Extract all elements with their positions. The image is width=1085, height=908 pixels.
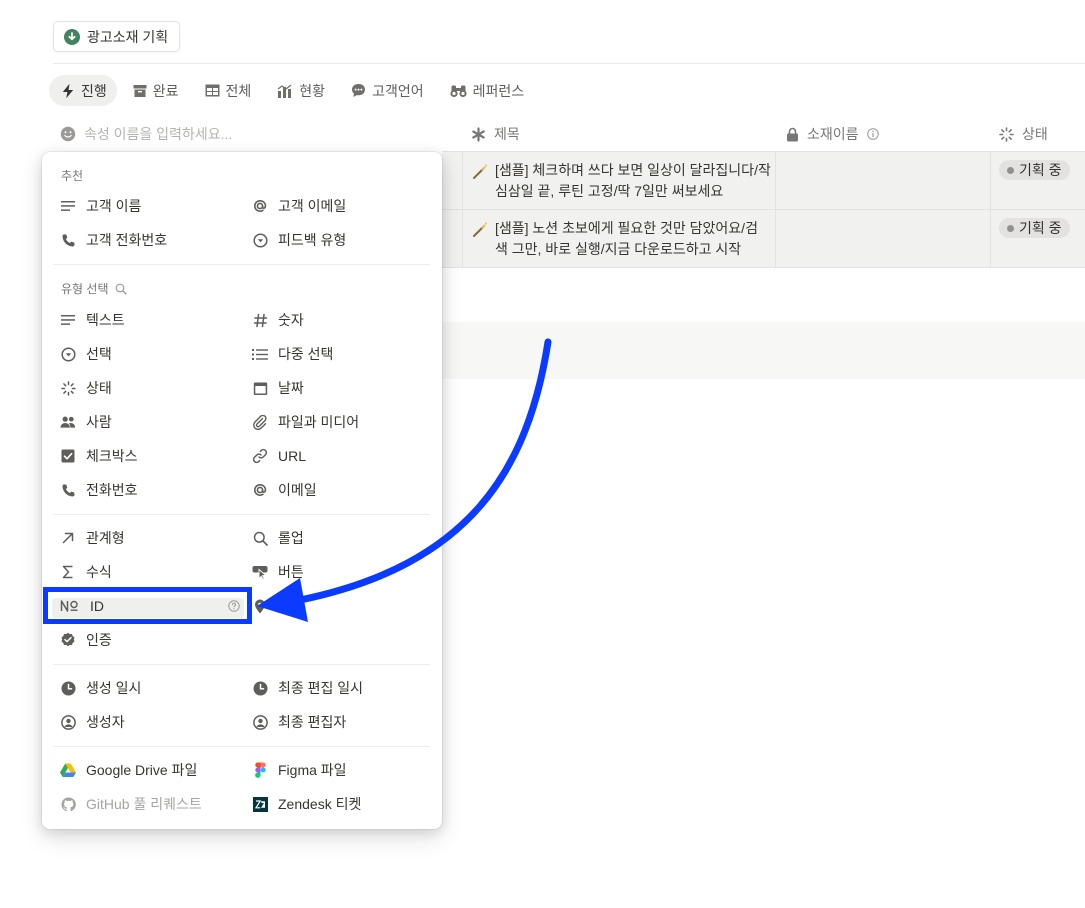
annotation-arrow bbox=[257, 338, 552, 622]
